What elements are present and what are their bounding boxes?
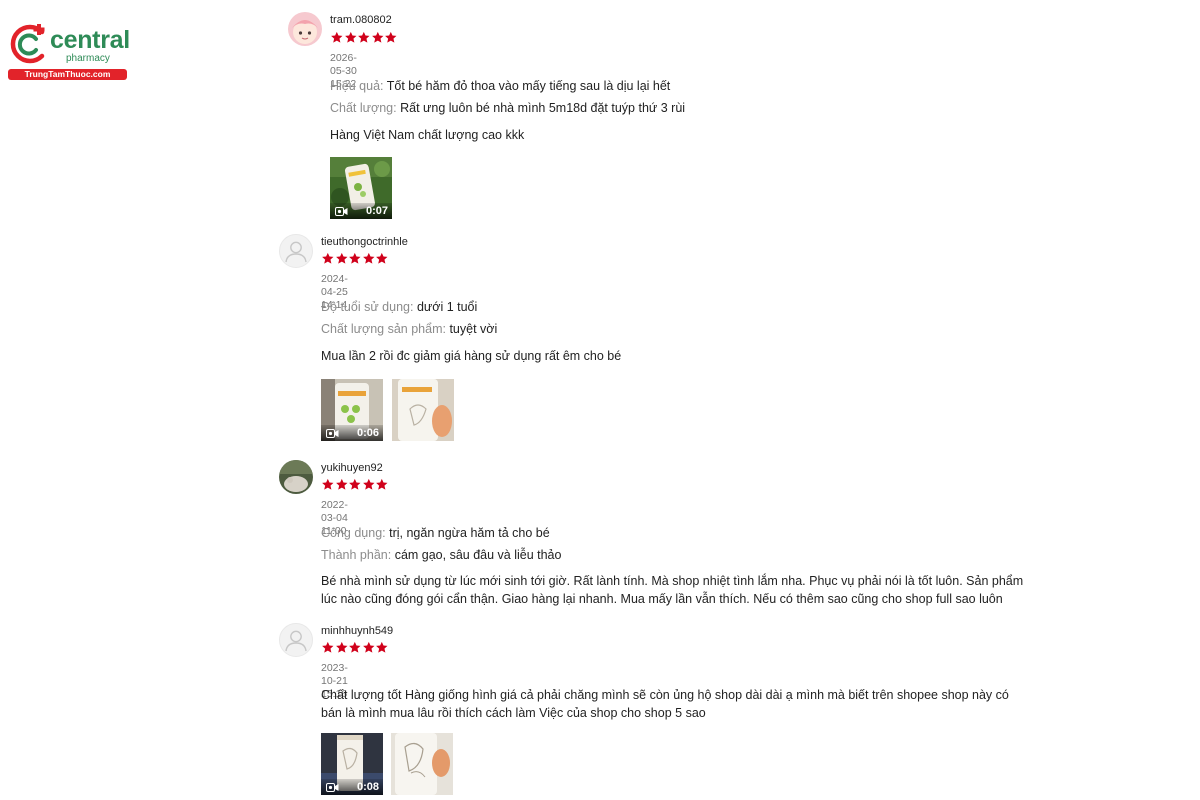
avatar[interactable] [279, 623, 313, 657]
star-icon [349, 478, 361, 490]
review-comment: Hàng Việt Nam chất lượng cao kkk [330, 128, 525, 142]
attribute-value: dưới 1 tuổi [416, 300, 478, 314]
attribute-value: Tốt bé hăm đỏ thoa vào mấy tiếng sau là … [386, 79, 671, 93]
review-attribute: Chất lượng sản phẩm: tuyệt vời [321, 321, 497, 337]
review-comment: Bé nhà mình sử dụng từ lúc mới sinh tới … [321, 574, 1024, 606]
review-comment: Mua lần 2 rồi đc giảm giá hàng sử dụng r… [321, 349, 622, 363]
star-icon [322, 252, 334, 264]
default-user-icon [285, 241, 307, 263]
review-attribute: Công dụng: trị, ngăn ngừa hăm tả cho bé [321, 525, 550, 541]
default-user-icon [285, 630, 307, 652]
attribute-key: Chất lượng sản phẩm: [321, 322, 446, 336]
star-icon [371, 31, 384, 43]
star-icon [322, 641, 334, 653]
review-attribute: Hiệu quả: Tốt bé hăm đỏ thoa vào mấy tiế… [330, 78, 670, 94]
star-icon [349, 252, 361, 264]
star-rating [330, 31, 398, 44]
review-username[interactable]: tram.080802 [330, 13, 392, 27]
attribute-value: cám gạo, sâu đâu và liễu thảo [394, 548, 562, 562]
cartoon-avatar-icon [288, 12, 322, 46]
attribute-value: tuyệt vời [449, 322, 498, 336]
video-camera-icon [326, 783, 339, 792]
attribute-key: Độ tuổi sử dụng: [321, 300, 414, 314]
review-image-thumbnail[interactable] [391, 733, 453, 795]
video-duration: 0:07 [365, 205, 388, 217]
review-video-thumbnail[interactable]: 0:08 [321, 733, 383, 795]
star-icon [335, 252, 348, 264]
brand-url: TrungTamThuoc.com [8, 69, 127, 80]
review-image-thumbnail[interactable] [392, 379, 454, 441]
review-attribute: Độ tuổi sử dụng: dưới 1 tuổi [321, 299, 477, 315]
review-username[interactable]: yukihuyen92 [321, 461, 383, 475]
star-rating [321, 252, 389, 265]
video-duration: 0:08 [356, 781, 379, 793]
star-icon [335, 641, 348, 653]
review-attribute: Thành phần: cám gạo, sâu đâu và liễu thả… [321, 547, 561, 563]
star-icon [344, 31, 357, 43]
video-camera-icon [326, 429, 339, 438]
attribute-key: Công dụng: [321, 526, 386, 540]
attribute-value: Rất ưng luôn bé nhà mình 5m18d đặt tuýp … [400, 101, 686, 115]
video-duration: 0:06 [356, 427, 379, 439]
attribute-key: Chất lượng: [330, 101, 397, 115]
attribute-key: Thành phần: [321, 548, 392, 562]
star-rating [321, 641, 389, 654]
star-icon [358, 31, 370, 43]
review-comment: Chất lượng tốt Hàng giống hình giá cả ph… [321, 688, 1009, 720]
star-icon [331, 31, 343, 43]
star-icon [362, 478, 375, 490]
star-icon [376, 252, 388, 264]
avatar[interactable] [279, 460, 313, 494]
avatar[interactable] [288, 12, 322, 46]
attribute-value: trị, ngăn ngừa hăm tả cho bé [389, 526, 550, 540]
review-video-thumbnail[interactable]: 0:06 [321, 379, 383, 441]
review-video-thumbnail[interactable]: 0:07 [330, 157, 392, 219]
attribute-key: Hiệu quả: [330, 79, 384, 93]
star-icon [385, 31, 397, 43]
review-username[interactable]: minhhuynh549 [321, 624, 393, 638]
star-icon [322, 478, 334, 490]
star-icon [362, 252, 375, 264]
star-icon [349, 641, 361, 653]
review-attribute: Chất lượng: Rất ưng luôn bé nhà mình 5m1… [330, 100, 685, 116]
brand-subtitle: pharmacy [66, 53, 110, 64]
brand-logo[interactable]: central pharmacy TrungTamThuoc.com [6, 22, 130, 84]
product-photo-image [392, 379, 454, 441]
avatar[interactable] [279, 234, 313, 268]
star-icon [362, 641, 375, 653]
star-rating [321, 478, 389, 491]
star-icon [376, 478, 388, 490]
photo-avatar-icon [279, 460, 313, 494]
video-camera-icon [335, 207, 348, 216]
star-icon [335, 478, 348, 490]
central-pharmacy-logo-icon [10, 24, 45, 64]
brand-name: central [50, 26, 130, 54]
review-username[interactable]: tieuthongoctrinhle [321, 235, 408, 249]
star-icon [376, 641, 388, 653]
product-photo-image [391, 733, 453, 795]
